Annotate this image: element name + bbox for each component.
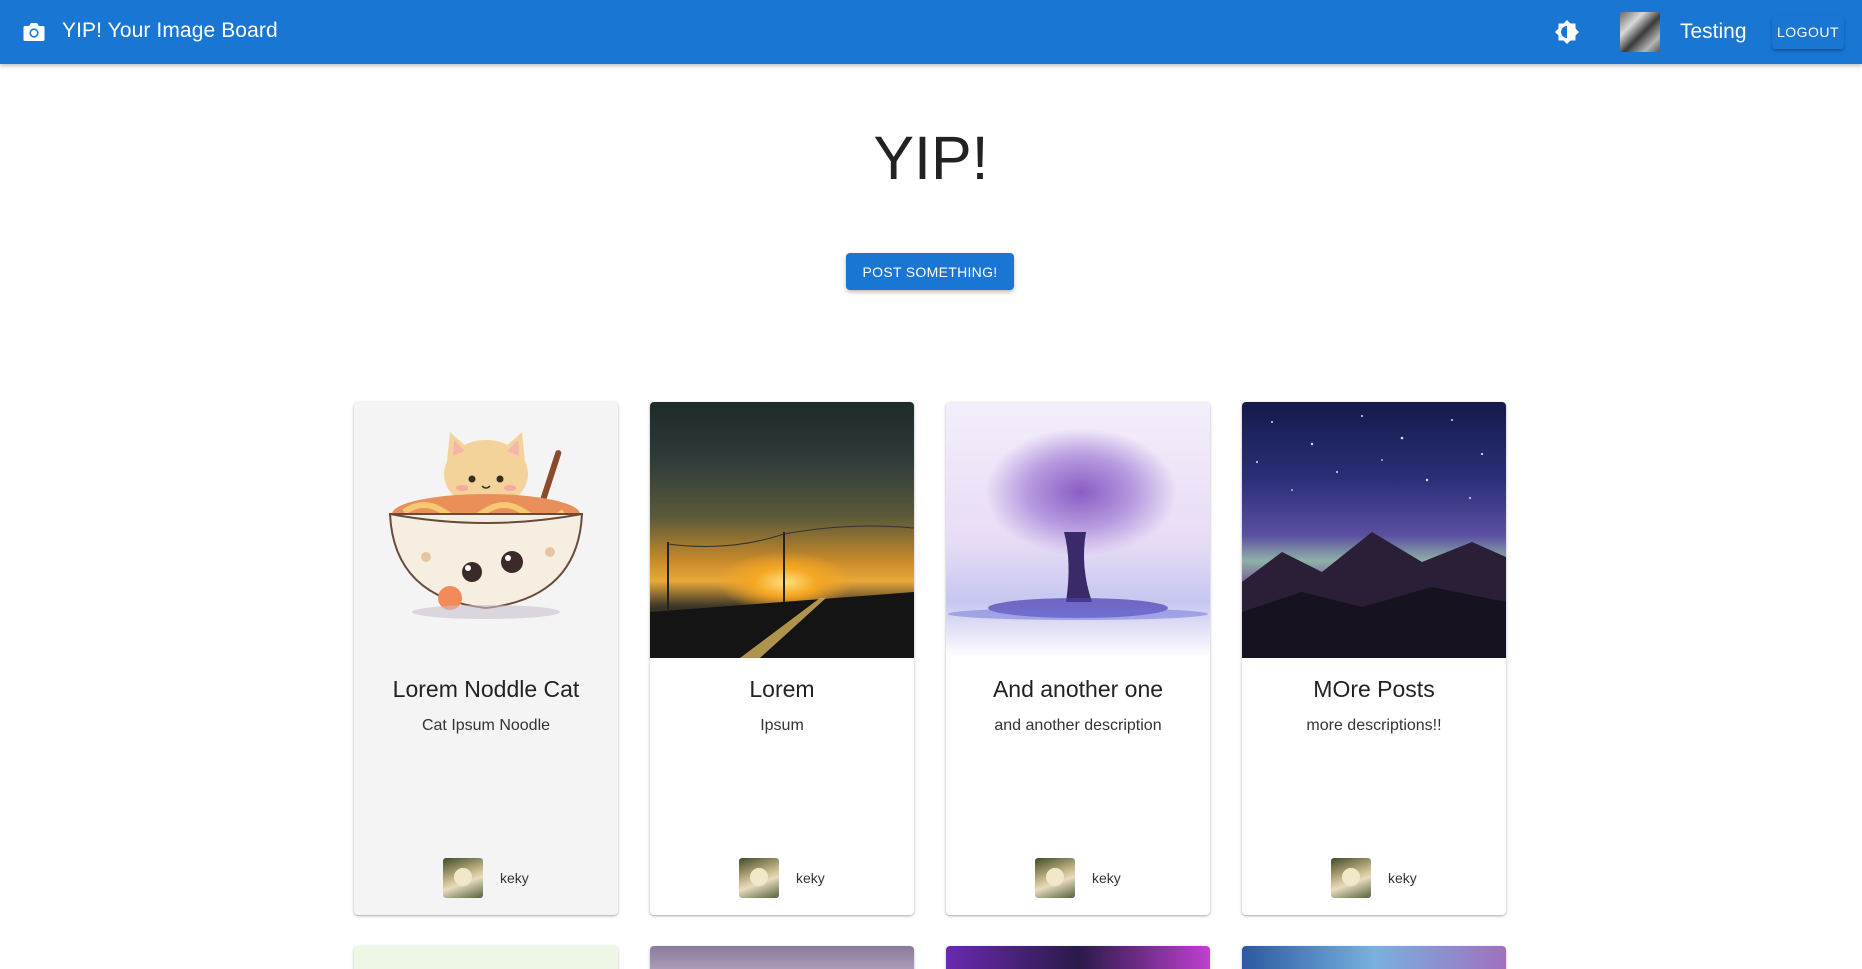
app-bar: YIP! Your Image Board Testing LOGOUT	[0, 0, 1862, 64]
author-avatar	[443, 858, 483, 898]
page-title: YIP!	[873, 124, 989, 192]
author-name: keky	[796, 870, 825, 886]
post-card[interactable]: Lorem Ipsum keky	[650, 402, 914, 915]
post-title: Lorem	[749, 676, 815, 702]
post-description: Ipsum	[760, 717, 804, 734]
post-card[interactable]	[354, 946, 618, 969]
post-author[interactable]: keky	[739, 858, 825, 898]
post-image	[354, 402, 618, 658]
post-something-button[interactable]: POST SOMETHING!	[846, 253, 1014, 290]
author-avatar	[739, 858, 779, 898]
post-image	[650, 402, 914, 658]
post-title: Lorem Noddle Cat	[392, 676, 580, 702]
post-card[interactable]	[946, 946, 1210, 969]
post-card[interactable]	[1242, 946, 1506, 969]
post-card[interactable]: And another one and another description …	[946, 402, 1210, 915]
author-avatar	[1035, 858, 1075, 898]
author-name: keky	[1092, 870, 1121, 886]
post-image	[946, 402, 1210, 658]
user-avatar[interactable]	[1620, 12, 1660, 52]
post-description: and another description	[994, 717, 1162, 734]
post-author[interactable]: keky	[1035, 858, 1121, 898]
post-author[interactable]: keky	[443, 858, 529, 898]
camera-icon	[23, 23, 45, 41]
username: Testing	[1680, 20, 1747, 43]
post-author[interactable]: keky	[1331, 858, 1417, 898]
logout-button[interactable]: LOGOUT	[1772, 15, 1844, 49]
app-title[interactable]: YIP! Your Image Board	[62, 19, 278, 43]
author-name: keky	[1388, 870, 1417, 886]
post-card[interactable]: Lorem Noddle Cat Cat Ipsum Noodle keky	[354, 402, 618, 915]
post-description: more descriptions!!	[1306, 717, 1442, 734]
post-card[interactable]	[650, 946, 914, 969]
post-title: MOre Posts	[1313, 676, 1435, 702]
brightness-icon[interactable]	[1553, 18, 1581, 46]
post-card[interactable]: MOre Posts more descriptions!! keky	[1242, 402, 1506, 915]
post-description: Cat Ipsum Noodle	[421, 717, 551, 734]
post-image	[1242, 402, 1506, 658]
author-avatar	[1331, 858, 1371, 898]
author-name: keky	[500, 870, 529, 886]
post-title: And another one	[992, 676, 1164, 702]
